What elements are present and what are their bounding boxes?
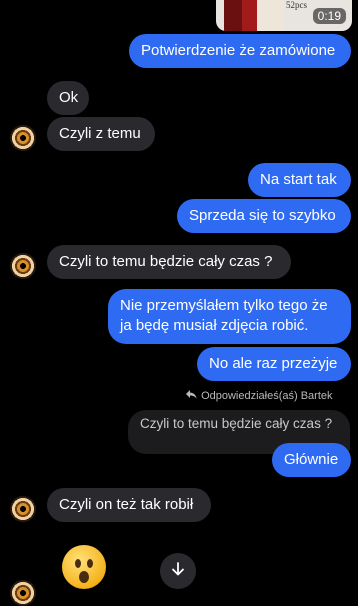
message-text: Ok	[59, 89, 79, 106]
message-text: Czyli on też tak robił	[59, 496, 194, 513]
message-outgoing[interactable]: Potwierdzenie że zamówione	[129, 34, 351, 68]
video-thumbnail[interactable]: 52pcs 0:19	[216, 0, 352, 31]
message-text: No ale raz przeżyje	[209, 355, 338, 372]
reply-header: Odpowiedziałeś(aś) Bartek	[186, 390, 333, 402]
surprised-face-emoji[interactable]	[62, 545, 106, 589]
message-text: Czyli z temu	[59, 125, 141, 142]
reply-label-text: Odpowiedziałeś(aś) Bartek	[201, 390, 333, 402]
video-preview-image	[224, 0, 284, 31]
quoted-text: Czyli to temu będzie cały czas ?	[140, 416, 333, 431]
message-outgoing[interactable]: Głównie	[272, 443, 351, 477]
contact-avatar[interactable]	[10, 580, 36, 606]
emoji-eye	[75, 559, 81, 568]
message-text: Nie przemyślałem tylko tego że	[120, 297, 328, 314]
message-text: Głównie	[284, 451, 339, 468]
contact-avatar[interactable]	[10, 253, 36, 279]
message-text: Potwierdzenie że zamówione	[141, 42, 336, 59]
scroll-down-button[interactable]	[160, 553, 196, 589]
message-text: Na start tak	[260, 171, 337, 188]
message-outgoing[interactable]: Na start tak	[248, 163, 351, 197]
reply-arrow-icon	[186, 390, 198, 402]
video-duration: 0:19	[312, 8, 346, 24]
message-text: Sprzeda się to szybko	[189, 207, 336, 224]
message-incoming[interactable]: Czyli z temu	[47, 117, 155, 151]
emoji-eye	[87, 559, 93, 568]
arrow-down-icon	[170, 561, 186, 582]
video-thumb-label: 52pcs	[286, 0, 307, 10]
message-outgoing[interactable]: Sprzeda się to szybko	[177, 199, 351, 233]
message-text: Czyli to temu będzie cały czas ?	[59, 253, 273, 270]
message-outgoing[interactable]: No ale raz przeżyje	[197, 347, 351, 381]
message-text: ja będę musiał zdjęcia robić.	[120, 317, 309, 334]
message-incoming[interactable]: Czyli to temu będzie cały czas ?	[47, 245, 291, 279]
contact-avatar[interactable]	[10, 125, 36, 151]
message-incoming[interactable]: Ok	[47, 81, 89, 115]
message-outgoing[interactable]: Nie przemyślałem tylko tego że ja będę m…	[108, 289, 351, 344]
contact-avatar[interactable]	[10, 496, 36, 522]
emoji-mouth	[79, 571, 89, 583]
message-incoming[interactable]: Czyli on też tak robił	[47, 488, 211, 522]
